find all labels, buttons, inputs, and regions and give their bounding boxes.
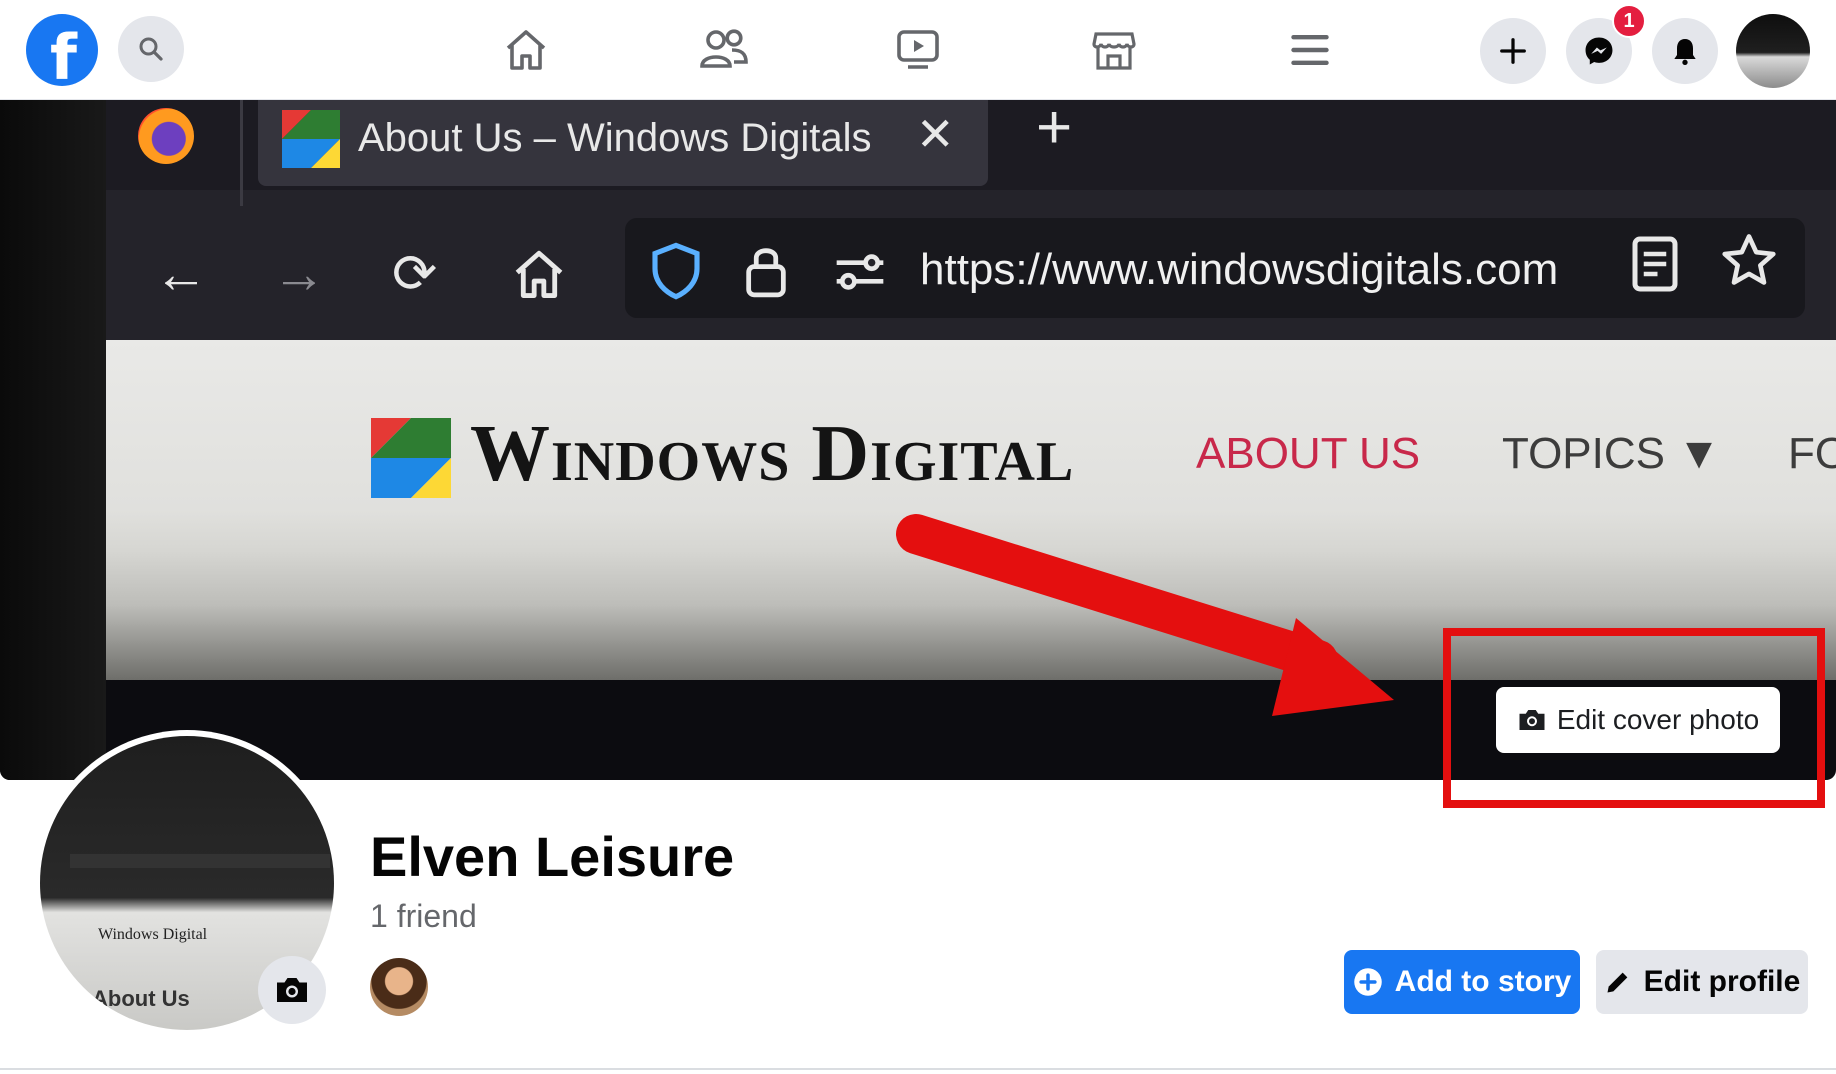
browser-tab-title: About Us – Windows Digitals: [358, 116, 872, 160]
reader-view-icon: [1632, 236, 1678, 292]
friends-tab[interactable]: [696, 22, 752, 78]
browser-home-icon: [515, 250, 563, 298]
divider: [0, 1068, 1836, 1070]
notification-badge: 1: [1612, 4, 1646, 38]
update-profile-picture-button[interactable]: [258, 956, 326, 1024]
watch-tab[interactable]: [890, 22, 946, 78]
shield-icon: [652, 242, 700, 300]
marketplace-tab[interactable]: [1086, 22, 1142, 78]
new-tab-icon: +: [1036, 93, 1073, 162]
edit-profile-button[interactable]: Edit profile: [1596, 950, 1808, 1014]
home-tab[interactable]: [498, 22, 554, 78]
windows-digital-logo-icon: [371, 418, 451, 498]
messenger-icon: [1585, 37, 1613, 65]
edit-profile-label: Edit profile: [1643, 965, 1801, 998]
firefox-logo-icon: [138, 108, 194, 164]
top-navigation-bar: f 1: [0, 0, 1836, 100]
notifications-button[interactable]: [1652, 18, 1718, 84]
back-arrow-icon: ←: [154, 244, 208, 304]
tab-separator: [240, 100, 243, 206]
profile-picture-caption: About Us: [92, 986, 190, 1011]
plus-icon: [1500, 38, 1526, 64]
home-icon: [506, 30, 546, 70]
edit-cover-photo-label: Edit cover photo: [1556, 704, 1760, 735]
search-icon: [139, 37, 163, 61]
permissions-icon: [836, 254, 884, 290]
website-nav-about: ABOUT US: [1196, 429, 1421, 478]
website-name: Windows Digital: [470, 410, 1075, 498]
browser-url-text: https://www.windowsdigitals.com: [920, 245, 1559, 294]
windows-digital-favicon-icon: [282, 110, 340, 168]
watch-icon: [897, 30, 939, 69]
browser-tab: About Us – Windows Digitals ✕: [258, 100, 988, 186]
friends-icon: [700, 29, 748, 68]
bell-icon: [1674, 39, 1696, 65]
website-nav-topics: TOPICS ▼: [1502, 429, 1721, 478]
camera-icon: [1519, 710, 1545, 730]
lock-icon: [746, 248, 786, 298]
menu-tab[interactable]: [1282, 22, 1338, 78]
pencil-icon: [1607, 972, 1627, 993]
friend-avatar[interactable]: [370, 958, 428, 1016]
add-to-story-button[interactable]: Add to story: [1344, 950, 1580, 1014]
profile-name: Elven Leisure: [370, 825, 735, 888]
edit-cover-photo-button[interactable]: Edit cover photo: [1496, 687, 1780, 753]
profile-picture-site-name: Windows Digital: [98, 926, 208, 943]
friends-count[interactable]: 1 friend: [370, 896, 477, 936]
profile-picture-browser-strip: [70, 854, 330, 868]
bookmark-star-icon: [1722, 234, 1776, 285]
reload-icon: ⟳: [392, 244, 438, 304]
add-to-story-label: Add to story: [1394, 965, 1572, 998]
camera-icon: [277, 978, 307, 1002]
create-button[interactable]: [1480, 18, 1546, 84]
account-avatar[interactable]: [1736, 14, 1810, 88]
plus-circle-icon: [1353, 968, 1382, 996]
facebook-logo-icon[interactable]: f: [26, 14, 98, 94]
search-button[interactable]: [118, 16, 184, 82]
website-nav-partial: FO: [1788, 429, 1836, 478]
tab-close-icon: ✕: [916, 108, 955, 160]
forward-arrow-icon: →: [272, 244, 326, 304]
menu-icon: [1291, 34, 1329, 66]
monitor-bezel: [0, 100, 106, 780]
marketplace-icon: [1092, 32, 1136, 70]
